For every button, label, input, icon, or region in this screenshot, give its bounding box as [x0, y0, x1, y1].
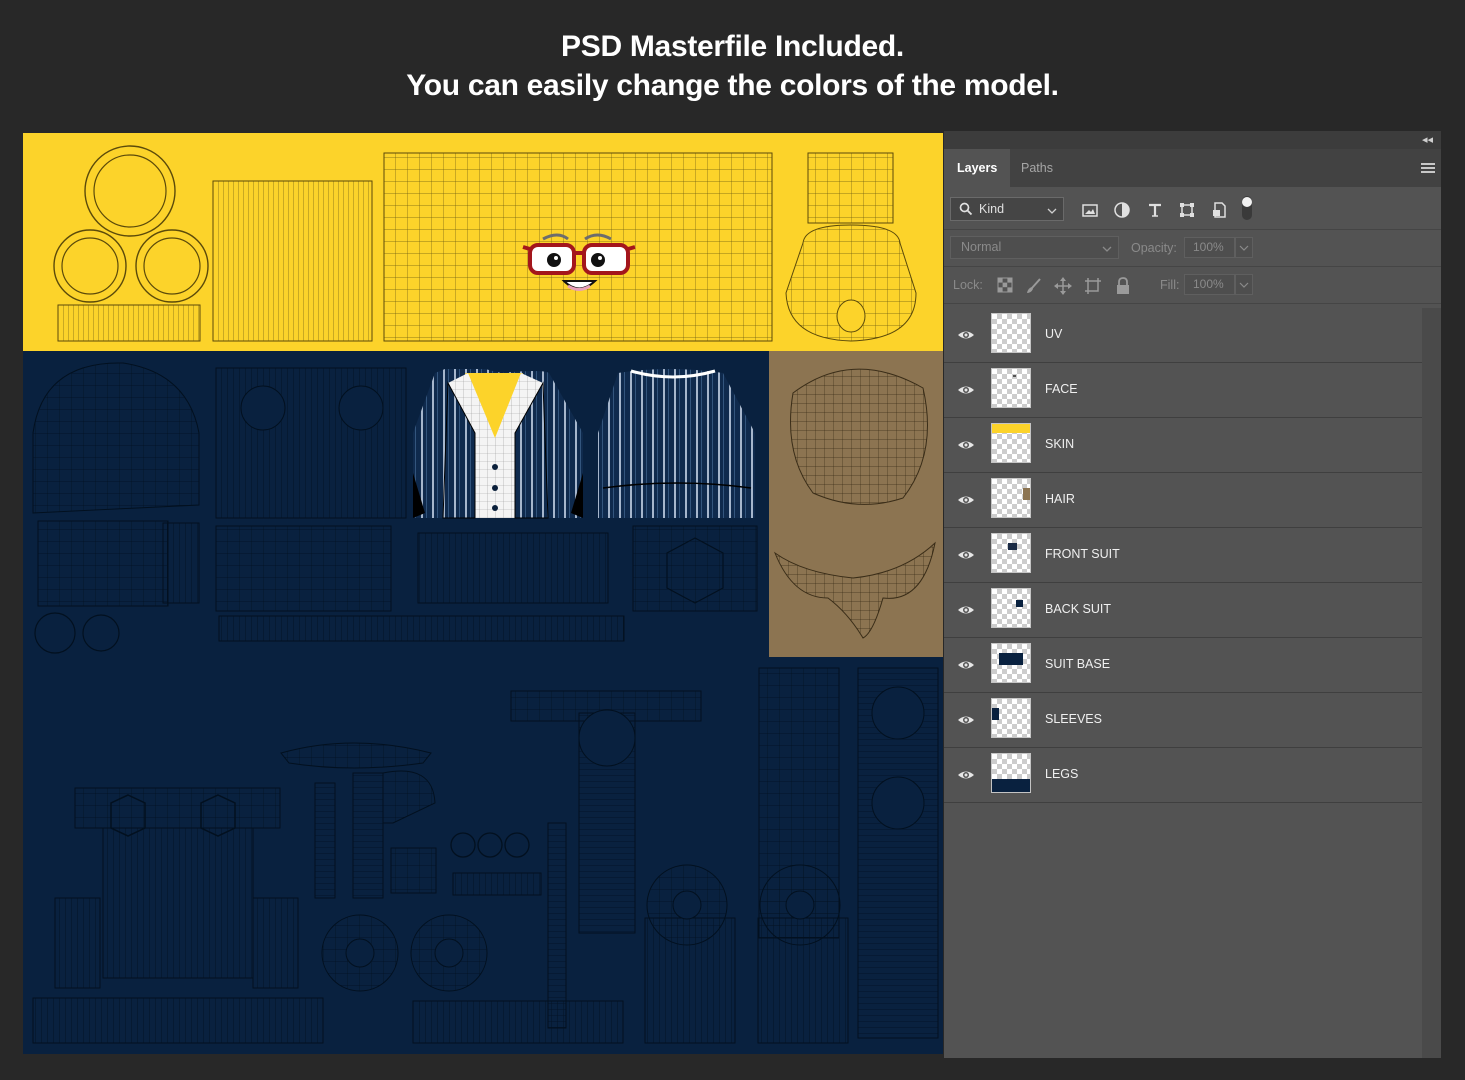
- lock-label: Lock:: [953, 278, 983, 292]
- type-filter-icon[interactable]: [1146, 201, 1164, 219]
- layer-name: FRONT SUIT: [1045, 547, 1120, 561]
- tab-paths[interactable]: Paths: [1008, 149, 1066, 187]
- opacity-label: Opacity:: [1131, 241, 1177, 255]
- search-icon: [959, 202, 973, 219]
- blend-mode-select[interactable]: Normal: [950, 236, 1119, 259]
- suit-region: [23, 351, 943, 1054]
- lock-row: Lock: Fill: 100%: [944, 267, 1441, 304]
- fill-dropdown-button[interactable]: [1235, 274, 1253, 295]
- layer-name: SUIT BASE: [1045, 657, 1111, 671]
- eye-icon[interactable]: [956, 545, 976, 565]
- fill-label: Fill:: [1160, 278, 1180, 292]
- eye-icon[interactable]: [956, 710, 976, 730]
- layer-row-front-suit[interactable]: FRONT SUIT: [944, 528, 1422, 583]
- eye-icon[interactable]: [956, 490, 976, 510]
- shape-filter-icon[interactable]: [1178, 201, 1196, 219]
- filter-toggle-icon[interactable]: [1240, 195, 1258, 220]
- layer-name: HAIR: [1045, 492, 1075, 506]
- layer-thumbnail: [991, 588, 1031, 628]
- eye-icon[interactable]: [956, 380, 976, 400]
- blend-row: Normal Opacity: 100%: [944, 230, 1441, 267]
- layer-thumbnail: [991, 753, 1031, 793]
- layer-name: SKIN: [1045, 437, 1075, 451]
- fill-input[interactable]: 100%: [1184, 274, 1235, 295]
- layer-thumbnail: [991, 643, 1031, 683]
- layer-thumbnail: [991, 478, 1031, 518]
- layer-thumbnail: [991, 533, 1031, 573]
- layers-scrollbar[interactable]: [1422, 308, 1441, 1058]
- layers-panel: ◂◂ Layers Paths Kind Normal Opacity: 100…: [944, 131, 1441, 1058]
- layer-name: SLEEVES: [1045, 712, 1102, 726]
- jacket-front-print: [413, 369, 583, 519]
- filter-kind-label: Kind: [979, 202, 1005, 216]
- layer-row-hair[interactable]: HAIR: [944, 473, 1422, 528]
- headline-line-2: You can easily change the colors of the …: [406, 69, 1059, 102]
- layer-thumbnail: [991, 698, 1031, 738]
- adjustment-filter-icon[interactable]: [1113, 201, 1131, 219]
- panel-menu-icon[interactable]: [1421, 163, 1435, 173]
- layer-filter-row: Kind: [944, 187, 1441, 230]
- layer-thumbnail: [991, 368, 1031, 408]
- lock-image-pixels-icon[interactable]: [1025, 277, 1043, 295]
- panel-header-bar: ◂◂: [944, 131, 1441, 149]
- layers-list: UV FACE SKIN HAIR FRONT SUIT BACK SUIT S…: [944, 308, 1422, 803]
- blend-mode-value: Normal: [961, 240, 1002, 254]
- eye-icon[interactable]: [956, 325, 976, 345]
- layer-name: FACE: [1045, 382, 1078, 396]
- eye-icon[interactable]: [956, 765, 976, 785]
- filter-kind-select[interactable]: Kind: [950, 197, 1064, 221]
- layer-name: BACK SUIT: [1045, 602, 1111, 616]
- layer-thumbnail: [991, 313, 1031, 353]
- image-filter-icon[interactable]: [1081, 201, 1099, 219]
- skin-region: [23, 133, 943, 351]
- lock-all-icon[interactable]: [1115, 277, 1133, 295]
- layer-row-legs[interactable]: LEGS: [944, 748, 1422, 803]
- chevron-down-icon: [1102, 242, 1112, 256]
- lock-artboard-icon[interactable]: [1084, 277, 1102, 295]
- panel-tab-bar: Layers Paths: [944, 149, 1441, 187]
- chevron-down-icon: [1047, 204, 1057, 218]
- layer-row-face[interactable]: FACE: [944, 363, 1422, 418]
- layer-name: UV: [1045, 327, 1063, 341]
- layer-thumbnail: [991, 423, 1031, 463]
- collapse-panel-icon[interactable]: ◂◂: [1422, 133, 1433, 146]
- headline-line-1: PSD Masterfile Included.: [561, 30, 904, 63]
- layer-row-skin[interactable]: SKIN: [944, 418, 1422, 473]
- layer-row-sleeves[interactable]: SLEEVES: [944, 693, 1422, 748]
- tab-layers[interactable]: Layers: [944, 149, 1011, 187]
- opacity-input[interactable]: 100%: [1184, 237, 1235, 258]
- layer-row-uv[interactable]: UV: [944, 308, 1422, 363]
- eye-icon[interactable]: [956, 600, 976, 620]
- smart-object-filter-icon[interactable]: [1210, 201, 1228, 219]
- uv-texture-canvas: [23, 133, 943, 1054]
- jacket-back-print: [598, 369, 755, 518]
- opacity-dropdown-button[interactable]: [1235, 237, 1253, 258]
- lock-position-icon[interactable]: [1054, 277, 1072, 295]
- layer-row-suit-base[interactable]: SUIT BASE: [944, 638, 1422, 693]
- lock-transparent-pixels-icon[interactable]: [997, 277, 1015, 295]
- eye-icon[interactable]: [956, 435, 976, 455]
- layer-name: LEGS: [1045, 767, 1079, 781]
- eye-icon[interactable]: [956, 655, 976, 675]
- layer-row-back-suit[interactable]: BACK SUIT: [944, 583, 1422, 638]
